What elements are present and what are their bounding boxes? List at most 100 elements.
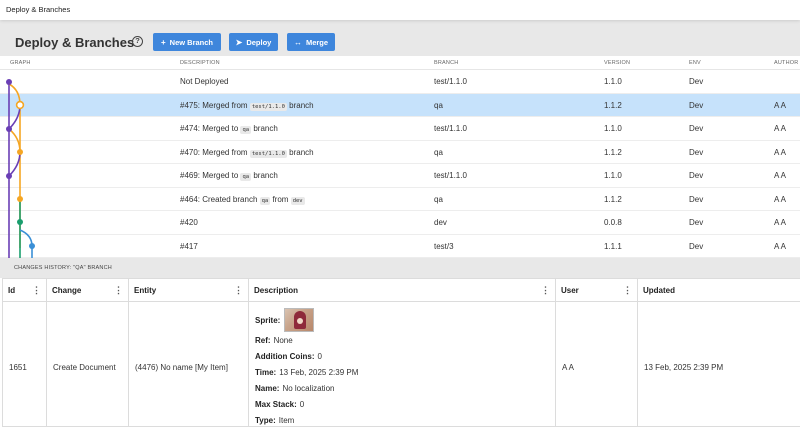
- row-version: 1.1.0: [604, 77, 622, 86]
- detail-label: Sprite:: [255, 316, 281, 325]
- row-branch: test/1.1.0: [434, 171, 467, 180]
- col-id[interactable]: Id ⋮: [3, 279, 47, 302]
- deploy-button[interactable]: ➤ Deploy: [229, 33, 278, 51]
- commit-node[interactable]: [6, 126, 12, 132]
- col-updated-label: Updated: [643, 286, 675, 295]
- row-description: Not Deployed: [180, 77, 229, 86]
- table-row[interactable]: #464: Created branch qa from dev qa 1.1.…: [0, 188, 800, 211]
- row-author: A A: [774, 124, 787, 133]
- detail-addition-coins: Addition Coins: 0: [255, 352, 322, 361]
- branches-table-header: GRAPH DESCRIPTION BRANCH VERSION ENV AUT…: [0, 56, 800, 70]
- commit-node[interactable]: [6, 79, 12, 85]
- col-version[interactable]: VERSION: [604, 60, 630, 66]
- merge-curve: [8, 128, 21, 153]
- col-id-label: Id: [8, 286, 16, 295]
- commit-graph: [6, 79, 35, 258]
- column-menu-icon[interactable]: ⋮: [234, 285, 243, 296]
- row-env: Dev: [689, 218, 704, 227]
- entity-value: (4476) No name [My Item]: [135, 363, 228, 372]
- column-menu-icon[interactable]: ⋮: [32, 285, 41, 296]
- desc-text: #475: Merged from: [180, 100, 250, 110]
- desc-code: dev: [290, 196, 305, 205]
- row-env: Dev: [689, 147, 704, 157]
- commit-node[interactable]: [29, 243, 35, 249]
- cell-id: 1651: [3, 302, 47, 427]
- row-branch: test/3: [434, 241, 454, 251]
- detail-label: Type:: [255, 416, 276, 425]
- col-author[interactable]: AUTHOR: [774, 60, 798, 66]
- help-icon[interactable]: ?: [132, 36, 143, 47]
- commit-node[interactable]: [6, 173, 12, 179]
- column-menu-icon[interactable]: ⋮: [623, 285, 632, 296]
- detail-type: Type: Item: [255, 416, 294, 425]
- detail-label: Name:: [255, 384, 280, 393]
- row-branch: qa: [434, 100, 443, 110]
- desc-text: #469: Merged to: [180, 171, 241, 180]
- col-change-label: Change: [52, 286, 82, 295]
- col-user[interactable]: User ⋮: [556, 279, 638, 302]
- deploy-label: Deploy: [246, 37, 272, 47]
- col-env[interactable]: ENV: [689, 60, 701, 66]
- detail-name: Name: No localization: [255, 384, 334, 393]
- table-row-selected[interactable]: #475: Merged from test/1.1.0 branch qa 1…: [0, 93, 800, 117]
- row-env: Dev: [689, 100, 704, 110]
- col-branch[interactable]: BRANCH: [434, 60, 458, 66]
- table-row[interactable]: #420 dev 0.0.8 Dev A A: [0, 211, 800, 235]
- row-branch: dev: [434, 218, 447, 227]
- updated-value: 13 Feb, 2025 2:39 PM: [644, 363, 724, 372]
- desc-text: #474: Merged to: [180, 124, 241, 133]
- table-row[interactable]: Not Deployed test/1.1.0 1.1.0 Dev: [0, 70, 800, 94]
- desc-text: #470: Merged from: [180, 147, 250, 157]
- detail-value: None: [273, 336, 293, 345]
- commit-node[interactable]: [15, 100, 25, 110]
- detail-label: Max Stack:: [255, 400, 297, 409]
- col-entity-label: Entity: [134, 286, 157, 295]
- changes-history-title: CHANGES HISTORY: "QA" BRANCH: [14, 265, 112, 271]
- detail-label: Ref:: [255, 336, 271, 345]
- row-author: A A: [774, 171, 787, 180]
- table-row[interactable]: #417 test/3 1.1.1 Dev A A: [0, 235, 800, 258]
- detail-value: 0: [317, 352, 322, 361]
- row-branch: test/1.1.0: [434, 77, 467, 86]
- table-row[interactable]: #469: Merged to qa branch test/1.1.0 1.1…: [0, 164, 800, 188]
- merge-curve: [8, 151, 21, 177]
- sprite-thumbnail[interactable]: [284, 308, 314, 332]
- detail-value: No localization: [282, 384, 335, 393]
- detail-sprite: Sprite:: [255, 316, 283, 325]
- history-grid-header: Id ⋮ Change ⋮ Entity ⋮ Description ⋮ Use…: [3, 279, 800, 302]
- desc-text: #464: Created branch: [180, 194, 260, 204]
- row-env: Dev: [689, 171, 704, 180]
- desc-text: branch: [251, 171, 278, 180]
- row-env: Dev: [689, 241, 704, 251]
- table-row[interactable]: #474: Merged to qa branch test/1.1.0 1.1…: [0, 117, 800, 141]
- history-grid-row[interactable]: 1651 Create Document (4476) No name [My …: [3, 302, 800, 427]
- row-version: 1.1.2: [604, 147, 622, 157]
- desc-text: from: [270, 194, 291, 204]
- history-grid: Id ⋮ Change ⋮ Entity ⋮ Description ⋮ Use…: [2, 278, 800, 427]
- row-description: #417: [180, 241, 198, 251]
- cell-updated: 13 Feb, 2025 2:39 PM: [638, 302, 800, 427]
- row-env: Dev: [689, 194, 704, 204]
- changes-history-bar: CHANGES HISTORY: "QA" BRANCH: [0, 258, 800, 278]
- col-description[interactable]: DESCRIPTION: [180, 60, 220, 66]
- commit-node[interactable]: [17, 149, 23, 155]
- detail-label: Addition Coins:: [255, 352, 315, 361]
- col-description-label: Description: [254, 286, 299, 295]
- row-author: A A: [774, 218, 787, 227]
- col-description[interactable]: Description ⋮: [249, 279, 556, 302]
- desc-code: test/1.1.0: [249, 149, 287, 158]
- commit-node[interactable]: [17, 219, 23, 225]
- row-branch: qa: [434, 194, 443, 204]
- col-change[interactable]: Change ⋮: [47, 279, 129, 302]
- new-branch-button[interactable]: + New Branch: [153, 33, 221, 51]
- merge-button[interactable]: ↔ Merge: [287, 33, 335, 51]
- merge-icon: ↔: [293, 37, 302, 47]
- col-updated[interactable]: Updated: [638, 279, 800, 302]
- col-entity[interactable]: Entity ⋮: [129, 279, 249, 302]
- column-menu-icon[interactable]: ⋮: [541, 285, 550, 296]
- table-row[interactable]: #470: Merged from test/1.1.0 branch qa 1…: [0, 141, 800, 164]
- commit-node[interactable]: [17, 196, 23, 202]
- col-graph[interactable]: GRAPH: [10, 60, 31, 66]
- column-menu-icon[interactable]: ⋮: [114, 285, 123, 296]
- cell-entity: (4476) No name [My Item]: [129, 302, 249, 427]
